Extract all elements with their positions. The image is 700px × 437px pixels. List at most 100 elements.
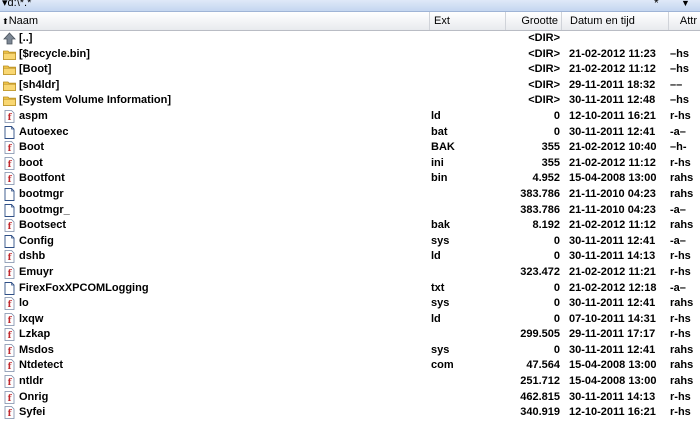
file-row[interactable]: f Syfei 340.919 12-10-2011 16:21 r-hs [0, 405, 700, 421]
file-size: <DIR> [528, 63, 560, 76]
file-row[interactable]: f Emuyr 323.472 21-02-2012 11:21 r-hs [0, 265, 700, 281]
blank-file-icon [3, 125, 16, 141]
file-name: lo [19, 297, 29, 310]
file-name: ntldr [19, 375, 44, 388]
file-attr: r-hs [670, 390, 691, 403]
file-date: 15-04-2008 13:00 [569, 172, 657, 185]
file-attr: -a– [670, 125, 686, 138]
file-row[interactable]: [$recycle.bin] <DIR> 21-02-2012 11:23 –hs [0, 47, 700, 63]
blank-file-icon [3, 187, 16, 203]
file-name: Emuyr [19, 265, 54, 278]
column-header-size[interactable]: Grootte [507, 12, 562, 30]
file-date: 12-10-2011 16:21 [569, 109, 656, 122]
file-name: bootmgr [19, 187, 64, 200]
file-row[interactable]: f Lzkap 299.505 29-11-2011 17:17 r-hs [0, 327, 700, 343]
file-name: Lzkap [19, 328, 51, 341]
file-row[interactable]: f Msdos sys 0 30-11-2011 12:41 rahs [0, 343, 700, 359]
file-row[interactable]: [Boot] <DIR> 21-02-2012 11:12 –hs [0, 62, 700, 78]
path-bar[interactable]: ▾d:\*.* * ▼ [0, 0, 700, 12]
file-attr: -a– [670, 281, 686, 294]
file-date: 30-11-2011 12:41 [569, 234, 656, 247]
folder-icon [3, 47, 16, 63]
file-row[interactable]: f Ntdetect com 47.564 15-04-2008 13:00 rahs [0, 358, 700, 374]
file-date: 21-02-2012 11:12 [569, 156, 656, 169]
file-row[interactable]: [sh4ldr] <DIR> 29-11-2011 18:32 –– [0, 78, 700, 94]
file-attr: r-hs [670, 109, 691, 122]
file-row[interactable]: f lxqw ld 0 07-10-2011 14:31 r-hs [0, 312, 700, 328]
file-size: 383.786 [520, 187, 560, 200]
file-attr: rahs [670, 343, 694, 356]
file-date: 07-10-2011 14:31 [569, 312, 656, 325]
column-header: ⬆Naam Ext Grootte Datum en tijd Attr [0, 12, 700, 31]
file-attr: r-hs [670, 406, 691, 419]
blank-file-icon [3, 203, 16, 219]
file-date: 30-11-2011 14:13 [569, 250, 656, 263]
file-date: 29-11-2011 18:32 [569, 78, 656, 91]
column-header-date[interactable]: Datum en tijd [563, 12, 669, 30]
file-size: 355 [541, 141, 560, 154]
file-size: 0 [553, 109, 560, 122]
file-attr: rahs [670, 187, 694, 200]
file-row[interactable]: f dshb ld 0 30-11-2011 14:13 r-hs [0, 249, 700, 265]
file-size: 4.952 [532, 172, 560, 185]
file-size: <DIR> [528, 94, 560, 107]
current-path[interactable]: ▾d:\*.* [2, 0, 31, 9]
file-row[interactable]: bootmgr_ 383.786 21-11-2010 04:23 -a– [0, 203, 700, 219]
file-size: 323.472 [520, 265, 560, 278]
file-size: <DIR> [528, 78, 560, 91]
file-row[interactable]: Autoexec bat 0 30-11-2011 12:41 -a– [0, 125, 700, 141]
file-attr: –hs [670, 63, 689, 76]
file-name: Msdos [19, 343, 54, 356]
file-row[interactable]: f boot ini 355 21-02-2012 11:12 r-hs [0, 156, 700, 172]
file-attr: -a– [670, 203, 686, 216]
blank-file-icon [3, 234, 16, 250]
file-row[interactable]: bootmgr 383.786 21-11-2010 04:23 rahs [0, 187, 700, 203]
column-header-name[interactable]: ⬆Naam [0, 12, 430, 30]
column-header-attr[interactable]: Attr [670, 12, 700, 30]
file-attr: rahs [670, 219, 694, 232]
file-size: 47.564 [526, 359, 560, 372]
file-row[interactable]: f Boot BAK 355 21-02-2012 10:40 –h- [0, 140, 700, 156]
file-name: Onrig [19, 390, 49, 403]
file-attr: r-hs [670, 250, 691, 263]
file-icon: f [3, 405, 16, 421]
file-icon: f [3, 296, 16, 312]
filter-star-icon[interactable]: * [654, 0, 659, 10]
file-icon: f [3, 327, 16, 343]
file-attr: r-hs [670, 265, 691, 278]
file-icon: f [3, 249, 16, 265]
file-attr [670, 31, 700, 47]
file-date: 30-11-2011 12:41 [569, 297, 656, 310]
file-row[interactable]: f ntldr 251.712 15-04-2008 13:00 rahs [0, 374, 700, 390]
file-date: 30-11-2011 12:41 [569, 125, 656, 138]
file-date: 15-04-2008 13:00 [569, 375, 657, 388]
file-row[interactable]: [..] <DIR> [0, 31, 700, 47]
file-row[interactable]: Config sys 0 30-11-2011 12:41 -a– [0, 234, 700, 250]
folder-icon [3, 62, 16, 78]
file-row[interactable]: f Onrig 462.815 30-11-2011 14:13 r-hs [0, 390, 700, 406]
file-row[interactable]: f Bootsect bak 8.192 21-02-2012 11:12 rahs [0, 218, 700, 234]
file-row[interactable]: f lo sys 0 30-11-2011 12:41 rahs [0, 296, 700, 312]
file-attr: rahs [670, 375, 694, 388]
file-icon: f [3, 390, 16, 406]
file-name: Bootsect [19, 219, 67, 232]
file-row[interactable]: f aspm ld 0 12-10-2011 16:21 r-hs [0, 109, 700, 125]
file-row[interactable]: [System Volume Information] <DIR> 30-11-20… [0, 93, 700, 109]
file-row[interactable]: FirexFoxXPCOMLogging txt 0 21-02-2012 12:18… [0, 281, 700, 297]
sort-ascending-icon: ⬆ [2, 17, 9, 26]
file-list: [..] <DIR> [$recycle.bin] <DIR> 21-02-2012 1… [0, 31, 700, 421]
dropdown-arrow-icon[interactable]: ▼ [681, 0, 690, 8]
file-date: 30-11-2011 12:48 [569, 94, 656, 107]
file-size: <DIR> [528, 47, 560, 60]
column-header-ext[interactable]: Ext [431, 12, 506, 30]
file-name: [..] [19, 32, 33, 44]
file-attr: –hs [670, 94, 689, 107]
file-icon: f [3, 140, 16, 156]
file-size: 0 [553, 234, 560, 247]
file-row[interactable]: f Bootfont bin 4.952 15-04-2008 13:00 rahs [0, 171, 700, 187]
file-size: 0 [553, 125, 560, 138]
file-date: 21-02-2012 12:18 [569, 281, 657, 294]
file-attr: rahs [670, 172, 694, 185]
file-name: [System Volume Information] [19, 94, 171, 107]
file-name: Syfei [19, 406, 46, 419]
